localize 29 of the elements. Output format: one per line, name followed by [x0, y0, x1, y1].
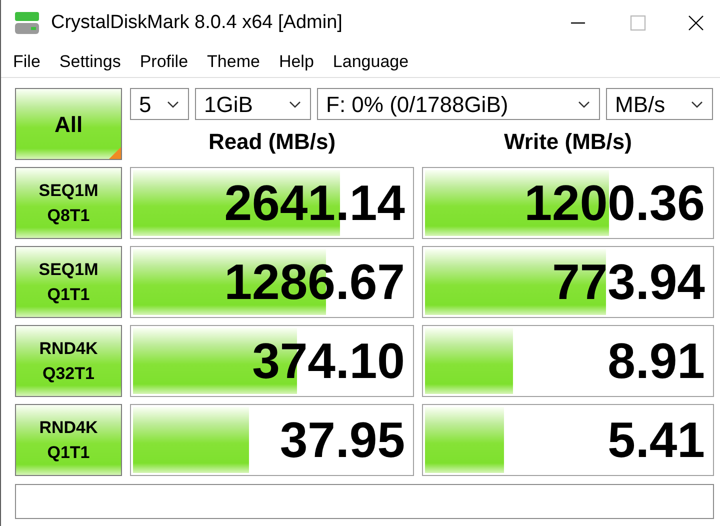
menu-item[interactable]: Theme	[207, 48, 260, 74]
menu-item[interactable]: Settings	[59, 48, 121, 74]
chevron-down-icon	[288, 99, 302, 109]
result-value: 5.41	[608, 415, 705, 465]
test-button[interactable]: SEQ1M Q1T1	[15, 246, 122, 318]
menu-item[interactable]: Profile	[140, 48, 188, 74]
close-icon[interactable]	[688, 15, 704, 31]
menu-item[interactable]: Language	[332, 48, 409, 74]
column-header: Read (MB/s)	[207, 128, 337, 156]
dropdown[interactable]: 1GiB	[195, 88, 311, 120]
chevron-down-icon	[690, 99, 704, 109]
all-button[interactable]: All	[15, 88, 122, 160]
menu-item[interactable]: Help	[278, 48, 314, 74]
chevron-down-icon	[577, 99, 591, 109]
result-value: 37.95	[280, 415, 405, 465]
window-title: CrystalDiskMark 8.0.4 x64 [Admin]	[51, 10, 342, 35]
dropdown[interactable]: 5	[130, 88, 189, 120]
column-header: Write (MB/s)	[503, 128, 633, 156]
corner-triangle-icon	[109, 147, 121, 159]
test-button[interactable]: RND4K Q1T1	[15, 404, 122, 476]
app-icon	[13, 10, 41, 36]
test-button[interactable]: SEQ1M Q8T1	[15, 167, 122, 239]
dropdown[interactable]: F: 0% (0/1788GiB)	[317, 88, 600, 120]
dropdown[interactable]: MB/s	[606, 88, 713, 120]
result-value: 8.91	[608, 336, 705, 386]
menu-item[interactable]: File	[13, 48, 40, 74]
chevron-down-icon	[166, 99, 180, 109]
test-button[interactable]: RND4K Q32T1	[15, 325, 122, 397]
comment-field[interactable]	[15, 484, 714, 519]
